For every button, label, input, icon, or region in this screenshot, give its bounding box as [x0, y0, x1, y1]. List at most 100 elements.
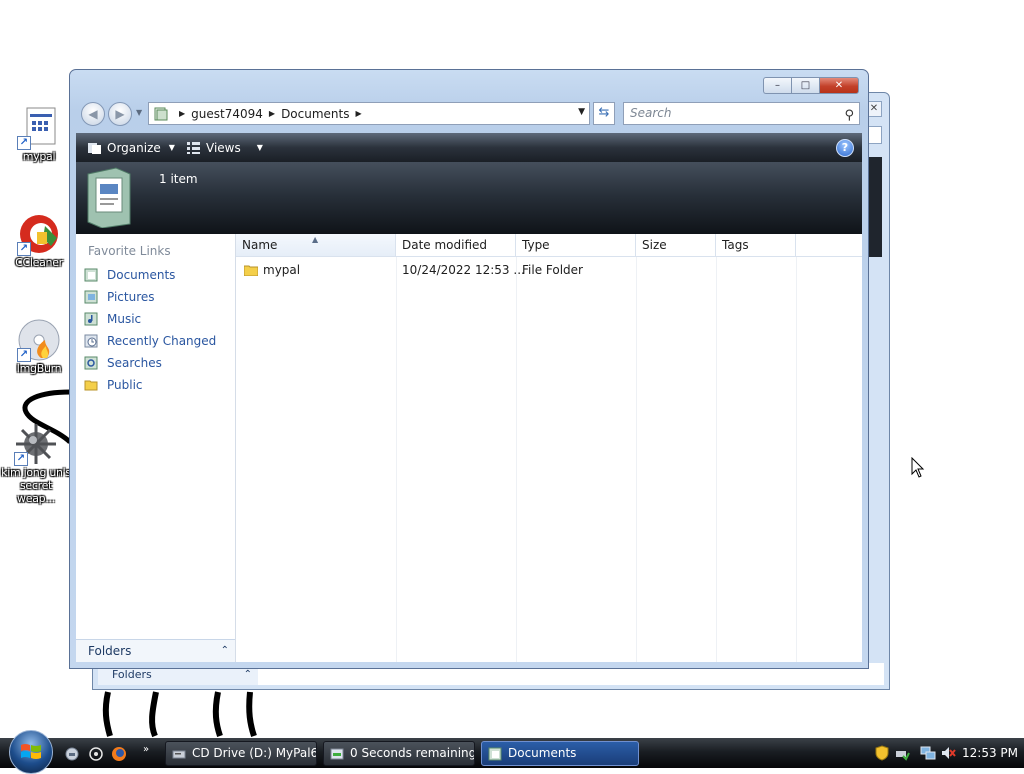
nav-link-label: Public: [107, 378, 143, 392]
address-bar[interactable]: ▶ guest74094 ▶ Documents ▶ ▼: [148, 102, 590, 125]
show-desktop-icon[interactable]: [64, 746, 80, 762]
taskbar: » CD Drive (D:) MyPal68 0 Seconds remain…: [0, 730, 1024, 774]
nav-link-label: Documents: [107, 268, 176, 282]
mypal-shortcut-icon: ↗: [17, 106, 61, 150]
mouse-cursor-icon: [911, 457, 925, 478]
views-icon: [187, 141, 200, 154]
searches-icon: [84, 356, 98, 370]
security-shield-icon[interactable]: [874, 745, 890, 761]
nav-link-searches[interactable]: Searches: [84, 353, 162, 373]
system-clock[interactable]: 12:53 PM: [962, 738, 1018, 768]
recent-pages-dropdown-icon[interactable]: ▼: [136, 108, 142, 117]
address-folder-icon: [154, 107, 168, 120]
column-header-label: Size: [642, 238, 667, 252]
copy-progress-icon: [330, 748, 344, 760]
organize-icon: [88, 142, 101, 154]
nav-link-music[interactable]: Music: [84, 309, 141, 329]
item-count: 1 item: [159, 172, 198, 186]
command-bar: Organize ▼ Views ▼ ?: [76, 133, 862, 162]
folders-label: Folders: [88, 644, 132, 658]
column-divider: [516, 257, 517, 662]
file-list: ▲ Name Date modified Type Size Tags mypa…: [236, 234, 862, 662]
desktop-icon-kim-jong-un[interactable]: ↗ kim jong un's secret weap...: [0, 422, 72, 505]
views-button[interactable]: Views ▼: [187, 133, 263, 162]
safely-remove-icon[interactable]: [894, 745, 910, 761]
quick-launch-more-icon[interactable]: »: [143, 744, 149, 755]
switch-windows-icon[interactable]: [88, 746, 104, 762]
nav-link-pictures[interactable]: Pictures: [84, 287, 155, 307]
cell-date-modified: 10/24/2022 12:53 ...: [402, 263, 525, 277]
column-header-label: Tags: [722, 238, 749, 252]
task-copy-progress[interactable]: 0 Seconds remaining: [323, 741, 475, 766]
desktop-icon-imgburn[interactable]: ↗ ImgBurn: [3, 318, 75, 375]
table-row[interactable]: mypal 10/24/2022 12:53 ... File Folder: [236, 260, 862, 280]
breadcrumb-arrow-icon[interactable]: ▶: [269, 109, 275, 118]
documents-icon: [84, 268, 98, 282]
breadcrumb-user[interactable]: guest74094: [191, 107, 263, 121]
refresh-button[interactable]: ⇆: [593, 102, 615, 125]
pictures-icon: [84, 290, 98, 304]
breadcrumb-arrow-icon[interactable]: ▶: [179, 109, 185, 118]
folder-icon: [244, 265, 258, 276]
search-placeholder: Search: [630, 106, 672, 120]
music-icon: [84, 312, 98, 326]
desktop-icon-mypal[interactable]: ↗ mypal: [3, 106, 75, 163]
views-label: Views: [206, 140, 241, 155]
desktop-icon-label: mypal: [22, 150, 56, 163]
task-label: 0 Seconds remaining: [350, 746, 475, 760]
nav-link-label: Searches: [107, 356, 162, 370]
firefox-icon[interactable]: [111, 746, 127, 762]
column-divider: [796, 257, 797, 662]
column-header-label: Type: [522, 238, 550, 252]
column-header-name[interactable]: ▲ Name: [236, 234, 396, 257]
organize-label: Organize: [107, 140, 161, 155]
nav-link-label: Pictures: [107, 290, 155, 304]
nav-link-public[interactable]: Public: [84, 375, 143, 395]
back-button[interactable]: ◀: [81, 102, 105, 126]
nav-link-documents[interactable]: Documents: [84, 265, 175, 285]
column-divider: [716, 257, 717, 662]
documents-folder-icon: [488, 747, 502, 761]
column-header-size[interactable]: Size: [636, 234, 716, 257]
network-icon[interactable]: [920, 745, 936, 761]
column-header-tags[interactable]: Tags: [716, 234, 796, 257]
background-folders-label: Folders: [112, 668, 152, 681]
column-divider: [396, 257, 397, 662]
breadcrumb-documents[interactable]: Documents: [281, 107, 349, 121]
organize-button[interactable]: Organize ▼: [88, 133, 175, 162]
desktop-icon-label: CCleaner: [15, 256, 63, 269]
nav-link-recently-changed[interactable]: Recently Changed: [84, 331, 216, 351]
cell-name[interactable]: mypal: [244, 260, 300, 280]
search-icon[interactable]: ⚲: [844, 105, 854, 126]
folders-pane-toggle[interactable]: Folders ⌃: [76, 639, 235, 662]
chevron-up-icon[interactable]: ⌃: [221, 640, 229, 662]
address-dropdown-icon[interactable]: ▼: [578, 107, 585, 117]
column-header-date-modified[interactable]: Date modified: [396, 234, 516, 257]
nav-link-label: Music: [107, 312, 142, 326]
column-divider: [636, 257, 637, 662]
chevron-down-icon: ▼: [256, 142, 263, 152]
help-button[interactable]: ?: [836, 139, 854, 157]
volume-muted-icon[interactable]: [940, 745, 956, 761]
background-header-strip: [868, 157, 882, 257]
maximize-button[interactable]: □: [791, 77, 819, 94]
task-label: Documents: [508, 746, 577, 760]
documents-folder-large-icon: [87, 167, 131, 228]
cd-drive-icon: [172, 750, 186, 759]
breadcrumb-arrow-icon[interactable]: ▶: [355, 109, 361, 118]
task-documents[interactable]: Documents: [481, 741, 639, 766]
start-button[interactable]: [9, 730, 53, 774]
windows-logo-icon: [21, 744, 41, 759]
desktop-icon-label: ImgBurn: [16, 362, 62, 375]
desktop-icon-ccleaner[interactable]: ↗ CCleaner: [3, 212, 75, 269]
close-button[interactable]: ✕: [819, 77, 859, 94]
explorer-window[interactable]: – □ ✕ ◀ ▶ ▼ ▶ guest74094 ▶ Documents ▶ ▼…: [69, 69, 869, 669]
minimize-button[interactable]: –: [763, 77, 791, 94]
search-input[interactable]: Search ⚲: [623, 102, 860, 125]
column-header-type[interactable]: Type: [516, 234, 636, 257]
forward-button[interactable]: ▶: [108, 102, 132, 126]
task-cd-drive[interactable]: CD Drive (D:) MyPal68: [165, 741, 317, 766]
details-header: 1 item: [76, 162, 862, 234]
cell-type: File Folder: [522, 263, 583, 277]
ccleaner-icon: ↗: [17, 212, 61, 256]
